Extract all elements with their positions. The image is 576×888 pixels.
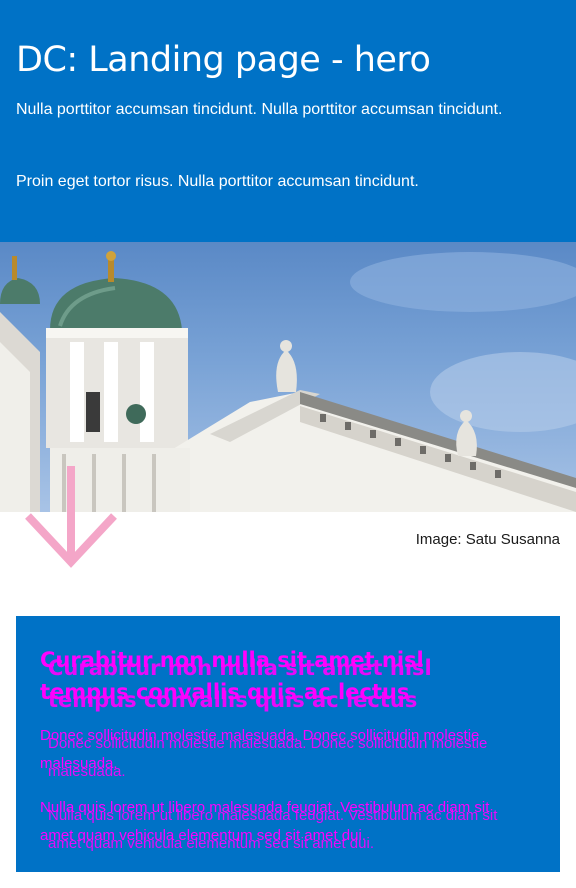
- image-caption: Image: Satu Susanna: [415, 531, 560, 548]
- arrow-down-icon[interactable]: [22, 466, 120, 570]
- card-paragraph-1-duplicate: Donec sollicitudin molestie malesuada. D…: [48, 735, 488, 780]
- content-card: Curabitur non nulla sit amet nisl tempus…: [16, 616, 560, 872]
- card-heading-duplicate: Curabitur non nulla sit amet nisl tempus…: [48, 656, 432, 712]
- hero-paragraph-2: Proin eget tortor risus. Nulla porttitor…: [16, 173, 419, 190]
- hero-section: DC: Landing page - hero Nulla porttitor …: [0, 0, 576, 242]
- hero-paragraph-1: Nulla porttitor accumsan tincidunt. Null…: [16, 101, 503, 118]
- card-paragraph-2-duplicate: Nulla quis lorem ut libero malesuada feu…: [48, 807, 498, 852]
- wave-divider: [0, 230, 576, 240]
- page-title: DC: Landing page - hero: [16, 40, 431, 80]
